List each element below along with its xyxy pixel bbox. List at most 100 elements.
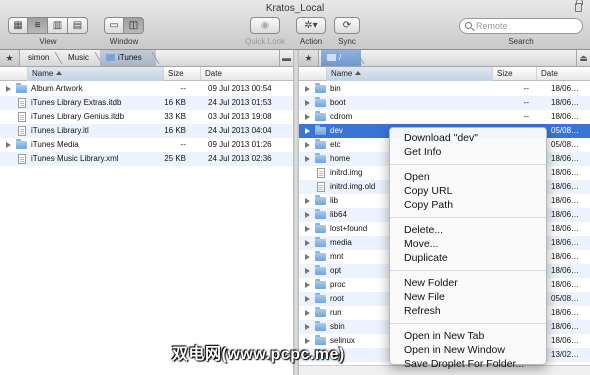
file-row-itunes-library-extras-itdb[interactable]: iTunes Library Extras.itdb 16 KB 24 Jul 20… [0,96,293,110]
disclosure-triangle-icon[interactable] [305,282,310,288]
folder-icon [315,251,326,261]
search-field[interactable]: Remote [459,18,583,34]
disclosure-triangle-icon[interactable] [305,128,310,134]
file-date: 24 Jul 2013 02:36 [208,154,272,163]
file-date: 18/06… [551,182,580,191]
disclosure-triangle-icon[interactable] [305,212,310,218]
file-row-album-artwork[interactable]: Album Artwork -- 09 Jul 2013 00:54 [0,82,293,96]
file-date: 09 Jul 2013 01:26 [208,140,272,149]
menu-item-download-dev[interactable]: Download "dev" [390,131,546,145]
disclosure-triangle-icon[interactable] [305,86,310,92]
column-view-button[interactable]: ▥ [48,17,68,34]
disclosure-triangle-icon[interactable] [305,310,310,316]
folder-icon [106,54,115,61]
size-column-header[interactable]: Size [492,67,536,81]
quicklook-button[interactable]: ◉ [250,17,280,34]
menu-item-save-droplet-for-folder[interactable]: Save Droplet For Folder... [390,357,546,371]
disclosure-triangle-icon[interactable] [305,100,310,106]
name-column-header[interactable]: Name [326,67,492,81]
file-date: 18/06… [551,336,580,345]
menu-item-open-in-new-window[interactable]: Open in New Window [390,343,546,357]
dual-pane-button[interactable]: ◫ [124,17,144,34]
single-pane-button[interactable]: ▭ [104,17,124,34]
icon-view-button[interactable]: ▦ [8,17,28,34]
file-date: 18/06… [551,238,580,247]
file-date: 24 Jul 2013 01:53 [208,98,272,107]
menu-item-get-info[interactable]: Get Info [390,145,546,159]
folder-icon [315,307,326,317]
file-row-itunes-music-library-xml[interactable]: iTunes Music Library.xml 25 KB 24 Jul 2013… [0,152,293,166]
date-column-header[interactable]: Date [200,67,293,81]
menu-item-copy-path[interactable]: Copy Path [390,198,546,212]
action-button[interactable]: ✲▾ [296,17,326,34]
file-name: iTunes Library Genius.itdb [31,112,125,121]
file-size: -- [523,98,529,107]
disclosure-triangle-icon[interactable] [305,254,310,260]
menu-item-move[interactable]: Move... [390,237,546,251]
disclosure-triangle-icon[interactable] [305,268,310,274]
disclosure-triangle-icon[interactable] [305,142,310,148]
document-icon [18,98,26,108]
breadcrumb-itunes[interactable]: iTunes [100,50,156,66]
file-date: 03 Jul 2013 19:08 [208,112,272,121]
window-titlebar: Kratos_Local ▦ ≡ ▥ ▤ View ▭ ◫ Window ◉ Q… [0,0,590,50]
menu-item-copy-url[interactable]: Copy URL [390,184,546,198]
folder-icon [327,54,336,61]
menu-item-delete[interactable]: Delete... [390,223,546,237]
folder-icon [315,209,326,219]
breadcrumb-simon[interactable]: simon [22,50,59,66]
sync-icon: ⟳ [342,20,352,31]
list-view-button[interactable]: ≡ [28,17,48,34]
disclosure-triangle-icon[interactable] [305,198,310,204]
date-column-header[interactable]: Date [536,67,590,81]
column-label: Size [168,69,184,78]
disclosure-triangle-icon[interactable] [305,296,310,302]
search-icon [465,22,472,29]
lock-icon [575,0,583,12]
local-pathbar: ★ simon Music iTunes ▬ [0,50,293,67]
file-row-bin[interactable]: bin -- 18/06… [299,82,590,96]
file-row-boot[interactable]: boot -- 18/06… [299,96,590,110]
file-name: iTunes Library.itl [31,126,89,135]
column-label: Size [497,69,513,78]
menu-item-new-folder[interactable]: New Folder [390,276,546,290]
search-label: Search [508,37,534,46]
disclosure-triangle-icon[interactable] [305,114,310,120]
file-row-itunes-media[interactable]: iTunes Media -- 09 Jul 2013 01:26 [0,138,293,152]
menu-item-open-in-new-tab[interactable]: Open in New Tab [390,329,546,343]
file-date: 18/06… [551,210,580,219]
breadcrumb-music[interactable]: Music [62,50,99,66]
favorites-button[interactable]: ★ [0,50,20,66]
disclosure-triangle-icon[interactable] [305,226,310,232]
disclosure-triangle-icon[interactable] [6,142,11,148]
breadcrumb-root[interactable]: / [321,50,361,66]
eye-icon: ◉ [260,20,270,31]
menu-item-refresh[interactable]: Refresh [390,304,546,318]
file-row-cdrom[interactable]: cdrom -- 18/06… [299,110,590,124]
menu-item-open[interactable]: Open [390,170,546,184]
pane-menu-button[interactable]: ▬ [279,50,293,66]
disclosure-triangle-icon[interactable] [6,86,11,92]
sync-button[interactable]: ⟳ [334,17,360,34]
sync-label: Sync [338,37,356,46]
column-label: Date [205,69,222,78]
file-date: 18/06… [551,84,580,93]
disclosure-triangle-icon[interactable] [305,240,310,246]
menu-item-duplicate[interactable]: Duplicate [390,251,546,265]
name-column-header[interactable]: Name [27,67,163,81]
file-row-itunes-library-itl[interactable]: iTunes Library.itl 16 KB 24 Jul 2013 04:04 [0,124,293,138]
menu-separator [390,323,546,324]
eject-icon: ⏏ [579,53,588,63]
favorites-button[interactable]: ★ [299,50,319,66]
coverflow-view-button[interactable]: ▤ [68,17,88,34]
eject-button[interactable]: ⏏ [576,50,590,66]
disclosure-triangle-icon[interactable] [305,324,310,330]
file-row-itunes-library-genius-itdb[interactable]: iTunes Library Genius.itdb 33 KB 03 Jul 20… [0,110,293,124]
file-name: initrd.img.old [330,182,376,191]
size-column-header[interactable]: Size [163,67,200,81]
document-icon [18,126,26,136]
menu-item-new-file[interactable]: New File [390,290,546,304]
menu-separator [390,164,546,165]
disclosure-triangle-icon[interactable] [305,156,310,162]
file-name: sbin [330,322,345,331]
